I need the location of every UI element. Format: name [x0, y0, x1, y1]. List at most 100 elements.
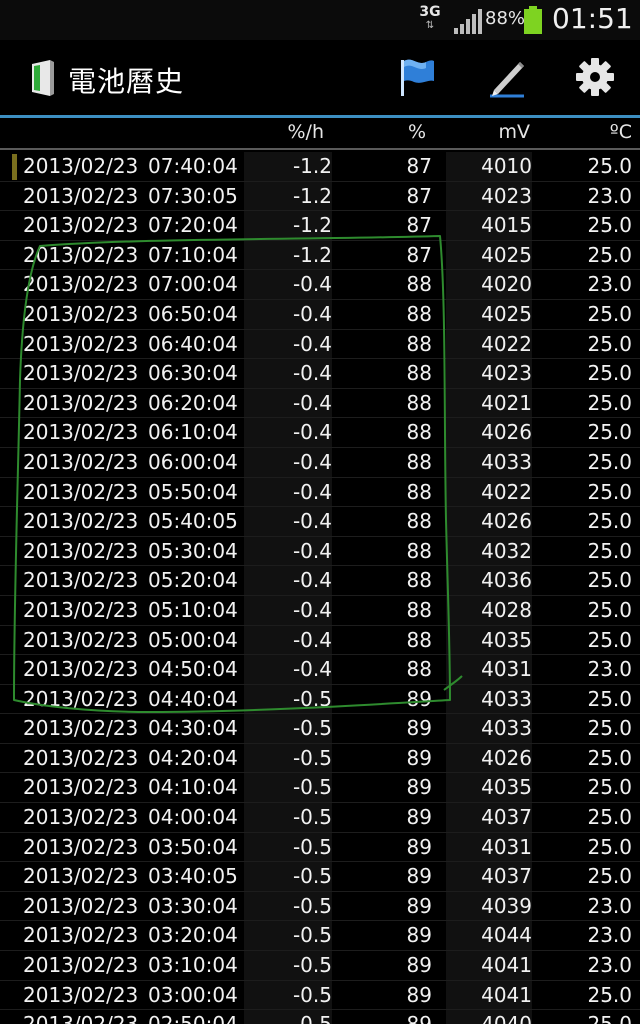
cell-millivolts: 4040: [446, 1010, 532, 1024]
table-row[interactable]: 2013/02/23 05:40:05 -0.4 88 4026 25.0: [0, 507, 640, 537]
cell-time: 03:30:04: [148, 893, 238, 918]
table-row[interactable]: 2013/02/23 03:20:04 -0.5 89 4044 23.0: [0, 921, 640, 952]
cell-percent: 89: [406, 745, 432, 770]
current-row-marker: [12, 154, 17, 180]
table-row[interactable]: 2013/02/23 07:10:04 -1.2 87 4025 25.0: [0, 240, 640, 271]
header-divider: [0, 148, 640, 150]
cell-rate: -0.5: [244, 862, 332, 892]
cell-time: 04:50:04: [148, 657, 238, 682]
cell-temperature: 25.0: [587, 479, 632, 504]
table-row[interactable]: 2013/02/23 05:20:04 -0.4 88 4036 25.0: [0, 566, 640, 596]
cell-time: 04:30:04: [148, 716, 238, 741]
cell-time: 04:40:04: [148, 686, 238, 711]
cell-time: 06:20:04: [148, 390, 238, 415]
cell-time: 07:40:04: [148, 154, 238, 178]
table-row[interactable]: 2013/02/23 04:40:04 -0.5 89 4033 25.0: [0, 684, 640, 715]
cell-time: 07:30:05: [148, 183, 238, 208]
gear-icon[interactable]: [570, 52, 620, 102]
table-row[interactable]: 2013/02/23 06:00:04 -0.4 88 4033 25.0: [0, 447, 640, 478]
cell-percent: 89: [406, 805, 432, 830]
cell-rate: -0.5: [244, 773, 332, 803]
cell-percent: 87: [406, 154, 432, 178]
flag-icon[interactable]: [392, 52, 442, 102]
cell-percent: 89: [406, 864, 432, 889]
cell-millivolts: 4020: [446, 270, 532, 300]
table-row[interactable]: 2013/02/23 04:20:04 -0.5 89 4026 25.0: [0, 743, 640, 774]
table-row[interactable]: 2013/02/23 04:10:04 -0.5 89 4035 25.0: [0, 773, 640, 804]
cell-rate: -0.4: [244, 388, 332, 418]
cell-date: 2013/02/23: [23, 509, 139, 534]
table-row[interactable]: 2013/02/23 06:50:04 -0.4 88 4025 25.0: [0, 299, 640, 330]
cell-rate: -0.4: [244, 536, 332, 566]
cell-millivolts: 4033: [446, 714, 532, 744]
pencil-icon[interactable]: [482, 52, 532, 102]
cell-percent: 87: [406, 213, 432, 238]
cell-millivolts: 4041: [446, 951, 532, 981]
table-row[interactable]: 2013/02/23 07:40:04 -1.2 87 4010 25.0: [0, 152, 640, 182]
table-row[interactable]: 2013/02/23 05:50:04 -0.4 88 4022 25.0: [0, 477, 640, 508]
cell-date: 2013/02/23: [23, 657, 139, 682]
table-row[interactable]: 2013/02/23 05:10:04 -0.4 88 4028 25.0: [0, 595, 640, 626]
cell-millivolts: 4037: [446, 862, 532, 892]
cell-date: 2013/02/23: [23, 154, 139, 178]
table-row[interactable]: 2013/02/23 07:30:05 -1.2 87 4023 23.0: [0, 181, 640, 212]
cell-rate: -0.4: [244, 655, 332, 685]
table-row[interactable]: 2013/02/23 04:30:04 -0.5 89 4033 25.0: [0, 714, 640, 744]
column-temperature: ºC: [609, 121, 632, 143]
table-row[interactable]: 2013/02/23 03:40:05 -0.5 89 4037 25.0: [0, 862, 640, 892]
cell-date: 2013/02/23: [23, 272, 139, 297]
cell-date: 2013/02/23: [23, 775, 139, 800]
cell-rate: -0.5: [244, 980, 332, 1010]
table-row[interactable]: 2013/02/23 06:20:04 -0.4 88 4021 25.0: [0, 388, 640, 419]
cell-time: 04:00:04: [148, 805, 238, 830]
history-list[interactable]: 2013/02/23 07:40:04 -1.2 87 4010 25.0 2013/02/…: [0, 152, 640, 1024]
table-row[interactable]: 2013/02/23 04:00:04 -0.5 89 4037 25.0: [0, 803, 640, 833]
table-row[interactable]: 2013/02/23 02:50:04 -0.5 89 4040 25.0: [0, 1010, 640, 1024]
table-row[interactable]: 2013/02/23 06:30:04 -0.4 88 4023 25.0: [0, 359, 640, 389]
action-bar: 電池曆史: [0, 40, 640, 115]
cell-temperature: 23.0: [587, 272, 632, 297]
cell-millivolts: 4021: [446, 388, 532, 418]
table-row[interactable]: 2013/02/23 06:40:04 -0.4 88 4022 25.0: [0, 329, 640, 360]
cell-time: 03:20:04: [148, 923, 238, 948]
table-row[interactable]: 2013/02/23 07:20:04 -1.2 87 4015 25.0: [0, 211, 640, 241]
cell-millivolts: 4037: [446, 803, 532, 833]
cell-percent: 88: [406, 657, 432, 682]
cell-temperature: 25.0: [587, 509, 632, 534]
cell-date: 2013/02/23: [23, 1010, 138, 1024]
cell-percent: 89: [406, 893, 432, 918]
table-row[interactable]: 2013/02/23 04:50:04 -0.4 88 4031 23.0: [0, 655, 640, 685]
cell-millivolts: 4025: [446, 240, 532, 270]
cell-rate: -0.4: [244, 507, 332, 537]
cell-time: 07:00:04: [148, 272, 238, 297]
cell-millivolts: 4044: [446, 921, 532, 951]
cell-millivolts: 4028: [446, 595, 532, 625]
table-row[interactable]: 2013/02/23 03:50:04 -0.5 89 4031 25.0: [0, 832, 640, 863]
cell-rate: -0.4: [244, 595, 332, 625]
column-millivolts: mV: [498, 121, 530, 143]
column-rate: %/h: [287, 121, 325, 143]
battery-icon: [524, 6, 542, 34]
table-row[interactable]: 2013/02/23 07:00:04 -0.4 88 4020 23.0: [0, 270, 640, 300]
table-row[interactable]: 2013/02/23 03:10:04 -0.5 89 4041 23.0: [0, 951, 640, 981]
cell-rate: -0.5: [244, 1010, 332, 1024]
cell-temperature: 25.0: [587, 420, 632, 445]
table-row[interactable]: 2013/02/23 05:00:04 -0.4 88 4035 25.0: [0, 625, 640, 656]
cell-temperature: 23.0: [587, 657, 632, 682]
cell-rate: -0.5: [244, 891, 332, 921]
table-row[interactable]: 2013/02/23 03:00:04 -0.5 89 4041 25.0: [0, 980, 640, 1011]
table-row[interactable]: 2013/02/23 06:10:04 -0.4 88 4026 25.0: [0, 418, 640, 448]
cell-date: 2013/02/23: [23, 597, 139, 622]
cell-percent: 89: [406, 716, 432, 741]
cell-millivolts: 4035: [446, 625, 532, 655]
cell-percent: 89: [406, 775, 432, 800]
cell-rate: -0.4: [244, 566, 332, 596]
cell-date: 2013/02/23: [23, 982, 139, 1007]
cell-temperature: 25.0: [587, 775, 632, 800]
cell-date: 2013/02/23: [23, 361, 139, 386]
cell-millivolts: 4025: [446, 299, 532, 329]
table-row[interactable]: 2013/02/23 03:30:04 -0.5 89 4039 23.0: [0, 891, 640, 922]
cell-date: 2013/02/23: [23, 420, 139, 445]
cell-temperature: 25.0: [587, 361, 632, 386]
table-row[interactable]: 2013/02/23 05:30:04 -0.4 88 4032 25.0: [0, 536, 640, 567]
